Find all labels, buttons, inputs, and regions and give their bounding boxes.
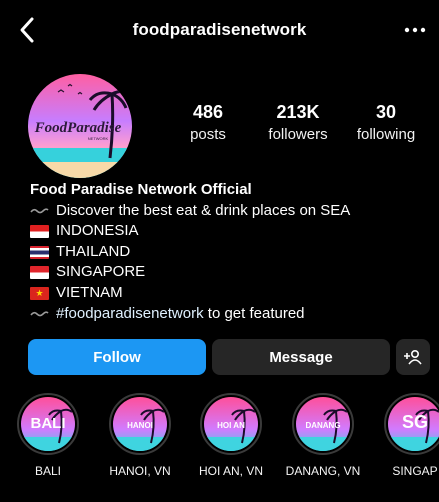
highlight-cover: HOI AN (204, 397, 258, 451)
singapore-flag-icon (30, 266, 49, 280)
highlight-label: HANOI, VN (109, 464, 171, 478)
suggested-accounts-button[interactable] (396, 339, 430, 375)
story-highlight[interactable]: SG SINGAP (375, 393, 439, 478)
back-arrow-icon[interactable] (14, 14, 42, 46)
highlight-cover-ring: BALI (17, 393, 79, 455)
profile-display-name: Food Paradise Network Official (30, 181, 252, 198)
follow-button[interactable]: Follow (28, 339, 206, 375)
bio-vietnam-text: VIETNAM (56, 283, 123, 301)
highlight-label: BALI (34, 464, 61, 478)
highlight-cover: DANANG (296, 397, 350, 451)
highlight-label: SINGAP (392, 464, 438, 478)
story-highlight[interactable]: DANANG DANANG, VN (283, 393, 363, 478)
highlight-cover-text: SG (402, 412, 428, 432)
highlight-cover-text: BALI (31, 415, 66, 432)
bio-line-thailand: THAILAND (30, 242, 430, 263)
profile-username: foodparadisenetwork (132, 20, 307, 39)
followers-label: followers (268, 126, 328, 143)
add-user-icon (404, 349, 422, 365)
following-stat[interactable]: 30 following (348, 102, 424, 143)
highlight-label: DANANG, VN (285, 464, 361, 478)
highlight-cover-ring: HOI AN (200, 393, 262, 455)
highlight-cover-text: HANOI (127, 421, 153, 430)
followers-stat[interactable]: 213K followers (258, 102, 338, 143)
vietnam-flag-icon: ★ (30, 286, 49, 300)
highlight-cover-text: DANANG (305, 421, 340, 430)
story-highlight[interactable]: HANOI HANOI, VN (100, 393, 180, 478)
highlight-cover-ring: HANOI (109, 393, 171, 455)
bio-line-indonesia: INDONESIA (30, 221, 430, 242)
bio-line-tagline: Discover the best eat & drink places on … (30, 201, 430, 222)
posts-count: 486 (192, 102, 224, 122)
more-options-icon[interactable] (401, 22, 429, 38)
bio-line-vietnam: ★ VIETNAM (30, 283, 430, 304)
posts-label: posts (190, 126, 226, 143)
top-bar: foodparadisenetwork (0, 0, 439, 60)
highlight-cover: HANOI (113, 397, 167, 451)
wave-icon (30, 208, 49, 214)
wave-icon (30, 311, 49, 317)
highlight-cover-ring: DANANG (292, 393, 354, 455)
profile-bio: Food Paradise Network Official Discover … (30, 180, 430, 324)
highlight-cover-text: HOI AN (217, 421, 245, 430)
following-label: following (356, 126, 416, 143)
story-highlight[interactable]: BALI BALI (8, 393, 88, 478)
highlight-cover: BALI (21, 397, 75, 451)
bio-line-singapore: SINGAPORE (30, 262, 430, 283)
following-count: 30 (375, 102, 397, 122)
avatar-logo-text: FoodParadise (34, 120, 122, 136)
bio-line-hashtag: #foodparadisenetwork to get featured (30, 304, 430, 325)
thailand-flag-icon (30, 245, 49, 259)
bio-singapore-text: SINGAPORE (56, 263, 146, 281)
avatar-logo-subtext: NETWORK (88, 136, 109, 141)
highlight-cover: SG (388, 397, 439, 451)
followers-count: 213K (276, 102, 320, 122)
message-button[interactable]: Message (212, 339, 390, 375)
bio-hashtag-suffix: to get featured (207, 304, 305, 322)
bio-indonesia-text: INDONESIA (56, 222, 139, 240)
bio-hashtag-link[interactable]: #foodparadisenetwork (56, 304, 204, 325)
bio-thailand-text: THAILAND (56, 242, 131, 260)
story-highlight[interactable]: HOI AN HOI AN, VN (191, 393, 271, 478)
profile-avatar[interactable]: FoodParadise NETWORK (28, 74, 132, 178)
posts-stat: 486 posts (176, 102, 240, 143)
highlight-cover-ring: SG (384, 393, 439, 455)
bio-tagline-text: Discover the best eat & drink places on … (56, 201, 351, 219)
highlight-label: HOI AN, VN (198, 464, 263, 478)
indonesia-flag-icon (30, 224, 49, 238)
